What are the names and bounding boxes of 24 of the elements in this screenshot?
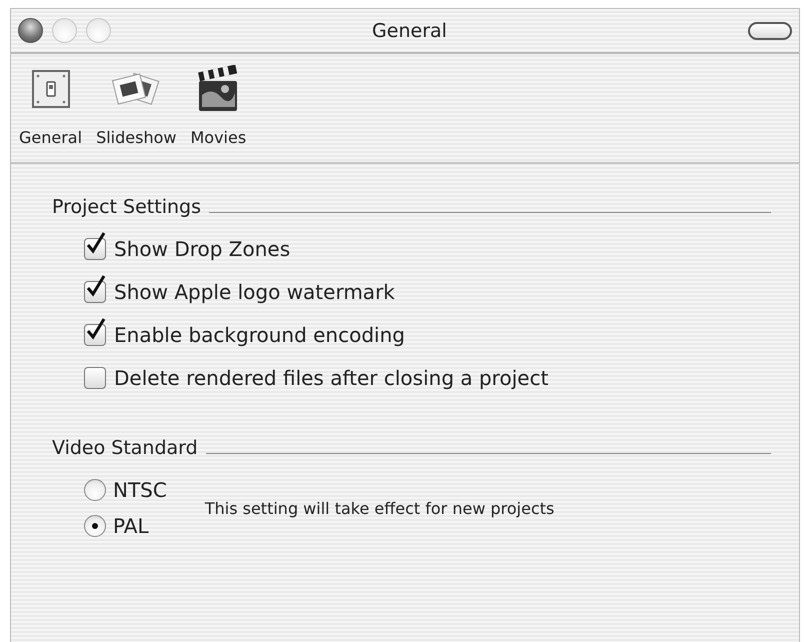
toolbar-toggle-button[interactable] xyxy=(748,22,792,40)
radio-button[interactable] xyxy=(84,479,106,501)
section-heading: Project Settings xyxy=(52,196,201,218)
checkbox-label[interactable]: Enable background encoding xyxy=(114,323,405,347)
close-button[interactable] xyxy=(18,18,43,43)
toolbar-label: General xyxy=(19,128,82,147)
checkbox-label[interactable]: Delete rendered files after closing a project xyxy=(114,366,548,390)
window-title: General xyxy=(371,20,448,42)
checkbox[interactable] xyxy=(84,274,107,303)
toolbar-label: Slideshow xyxy=(96,128,176,147)
toolbar-item[interactable]: General xyxy=(11,64,88,162)
section-heading: Video Standard xyxy=(52,437,198,459)
toolbar-item[interactable]: Movies xyxy=(182,64,252,162)
radio-label[interactable]: NTSC xyxy=(113,478,167,502)
checkbox[interactable] xyxy=(84,231,107,260)
checkbox-label[interactable]: Show Drop Zones xyxy=(114,237,290,261)
checkbox[interactable] xyxy=(84,317,107,346)
checkbox-label[interactable]: Show Apple logo watermark xyxy=(114,280,395,304)
radio-label[interactable]: PAL xyxy=(113,514,149,538)
radio-button[interactable] xyxy=(84,515,106,537)
toolbar-label: Movies xyxy=(190,128,246,147)
switch-icon xyxy=(32,70,70,108)
note-text: This setting will take effect for new projects xyxy=(204,498,554,518)
toolbar-item[interactable]: Slideshow xyxy=(88,64,182,162)
